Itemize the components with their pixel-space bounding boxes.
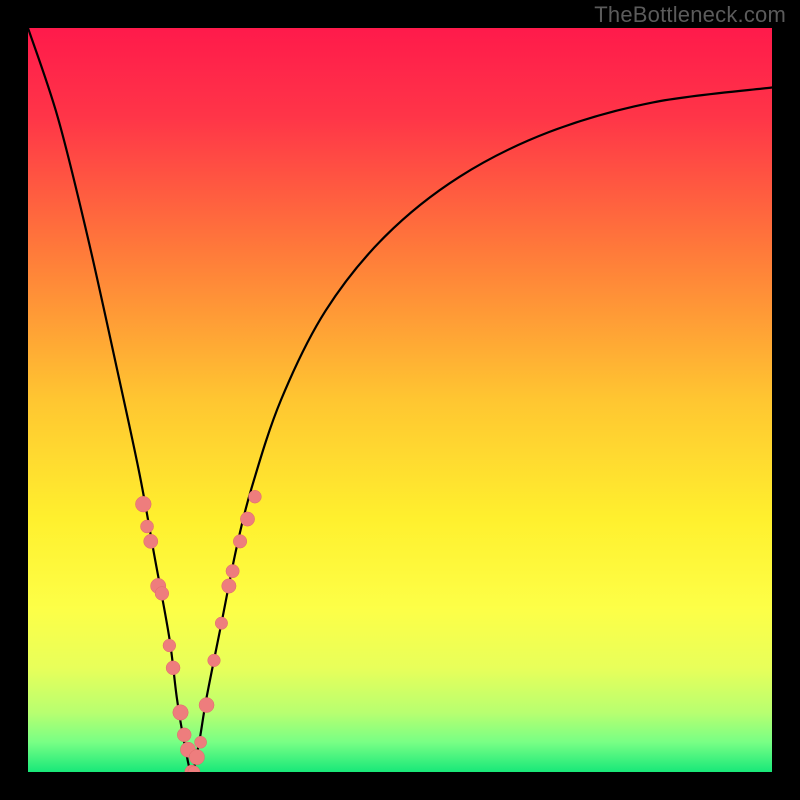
- highlight-dot: [155, 587, 169, 601]
- chart-frame: TheBottleneck.com: [0, 0, 800, 800]
- highlight-dot: [226, 564, 239, 577]
- highlight-dot: [208, 654, 221, 667]
- highlight-dot: [177, 728, 191, 742]
- highlight-dot: [233, 535, 247, 549]
- highlight-dot: [135, 496, 151, 512]
- highlight-dot: [240, 512, 254, 526]
- highlight-dot: [215, 617, 227, 629]
- highlight-dot: [144, 534, 158, 548]
- plot-area: [28, 28, 772, 772]
- highlight-dot: [173, 705, 188, 720]
- highlight-dot: [141, 520, 154, 533]
- highlight-dot: [248, 490, 261, 503]
- highlight-dot: [199, 698, 214, 713]
- highlight-dot: [195, 736, 207, 748]
- bottleneck-curve: [28, 28, 772, 772]
- highlight-dot: [222, 579, 236, 593]
- watermark-text: TheBottleneck.com: [594, 2, 786, 28]
- highlight-dot: [189, 749, 204, 764]
- highlight-dot: [166, 661, 180, 675]
- highlight-dot: [163, 639, 176, 652]
